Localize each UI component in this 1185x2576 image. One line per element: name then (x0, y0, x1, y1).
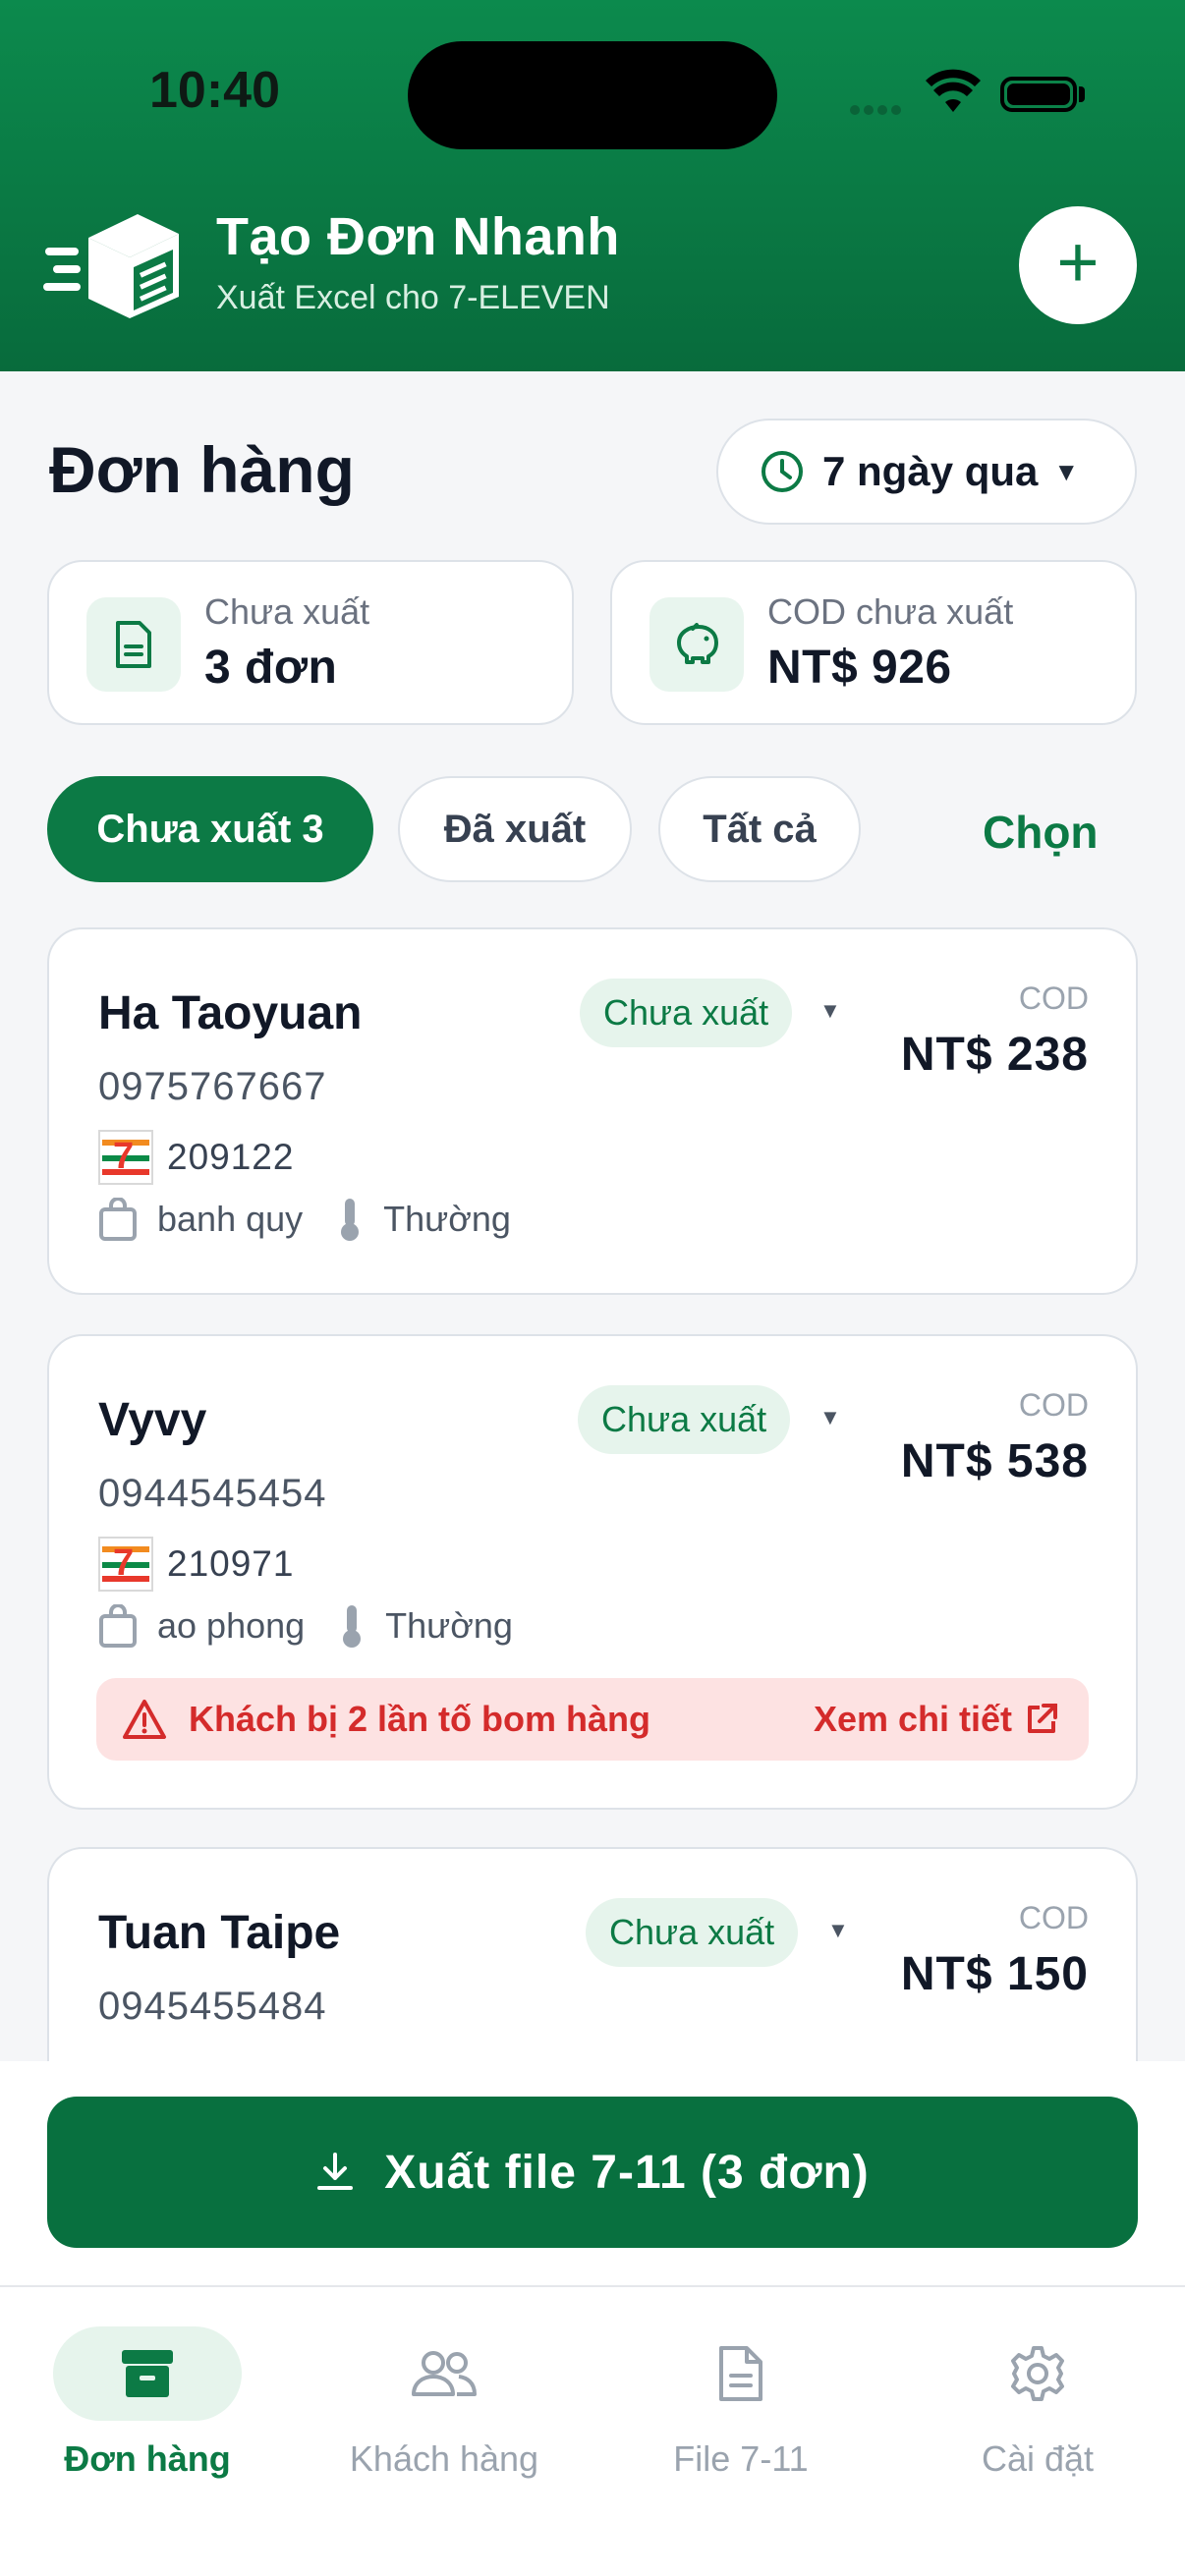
nav-item-files[interactable]: File 7-11 (593, 2305, 888, 2501)
order-card[interactable]: Vyvy Chưa xuất ▼ COD NT$ 538 0944545454 … (47, 1334, 1138, 1810)
date-range-dropdown[interactable]: 7 ngày qua ▼ (716, 419, 1137, 525)
page-title: Đơn hàng (49, 433, 355, 506)
clock-icon (762, 451, 803, 492)
status-badge[interactable]: Chưa xuất (580, 979, 793, 1047)
item-name: banh quy (157, 1199, 304, 1239)
stat-card-unexported: Chưa xuất 3 đơn (47, 560, 574, 725)
app-header: 10:40 Tạo Đơn Nhanh Xuất Excel cho 7-ELE… (0, 0, 1185, 371)
cod-label: COD (1018, 1900, 1089, 1935)
cellular-signal-icon (850, 102, 909, 115)
status-badge[interactable]: Chưa xuất (578, 1385, 791, 1454)
seven-eleven-logo-icon: 7 (98, 1537, 153, 1592)
seven-eleven-logo-icon: 7 (98, 1130, 153, 1185)
stat-card-cod: COD chưa xuất NT$ 926 (610, 560, 1137, 725)
status-time: 10:40 (149, 62, 280, 119)
users-icon (412, 2351, 477, 2396)
box-delivery-icon (43, 214, 179, 318)
store-code: 7 210971 (98, 1537, 294, 1592)
add-order-button[interactable]: + (1019, 206, 1137, 324)
tab-unexported[interactable]: Chưa xuất 3 (47, 776, 373, 882)
piggy-bank-icon (649, 597, 744, 692)
cod-label: COD (1018, 980, 1089, 1016)
tab-exported[interactable]: Đã xuất (398, 776, 632, 882)
wifi-icon (926, 69, 981, 112)
export-file-button[interactable]: Xuất file 7-11 (3 đơn) (47, 2097, 1138, 2248)
chevron-down-icon[interactable]: ▼ (819, 1405, 841, 1430)
item-name: ao phong (157, 1605, 306, 1646)
nav-item-customers[interactable]: Khách hàng (297, 2305, 592, 2501)
stat-value: 3 đơn (204, 642, 338, 694)
nav-item-orders[interactable]: Đơn hàng (0, 2305, 295, 2501)
order-meta: banh quy Thường (98, 1197, 511, 1242)
stat-value: NT$ 926 (767, 642, 952, 694)
dynamic-island (408, 41, 777, 149)
customer-name: Ha Taoyuan (98, 987, 363, 1039)
stat-label: Chưa xuất (204, 591, 370, 632)
customer-phone: 0945455484 (98, 1985, 327, 2028)
battery-icon (1000, 77, 1077, 112)
customer-name: Tuan Taipe (98, 1907, 341, 1959)
warning-icon (123, 1700, 166, 1739)
nav-item-settings[interactable]: Cài đặt (890, 2305, 1185, 2501)
app-title: Tạo Đơn Nhanh (216, 207, 620, 266)
temperature-type: Thường (385, 1605, 513, 1646)
bag-icon (99, 1198, 137, 1241)
cod-amount: NT$ 150 (900, 1948, 1089, 2000)
gear-icon (1011, 2346, 1064, 2401)
chevron-down-icon: ▼ (1053, 456, 1080, 486)
customer-phone: 0975767667 (98, 1065, 327, 1108)
stat-label: COD chưa xuất (767, 591, 1014, 632)
tab-all[interactable]: Tất cả (658, 776, 861, 882)
temperature-type: Thường (383, 1199, 511, 1239)
download-icon (317, 2153, 354, 2190)
app-subtitle: Xuất Excel cho 7-ELEVEN (216, 279, 610, 316)
document-icon (86, 597, 181, 692)
cod-amount: NT$ 538 (900, 1435, 1089, 1487)
fraud-warning-banner: Khách bị 2 lần tố bom hàng Xem chi tiết (96, 1678, 1089, 1761)
plus-icon: + (1056, 221, 1100, 303)
status-badge[interactable]: Chưa xuất (586, 1898, 799, 1967)
archive-box-icon (122, 2350, 173, 2397)
select-mode-button[interactable]: Chọn (983, 806, 1099, 859)
chevron-down-icon[interactable]: ▼ (819, 998, 841, 1024)
bottom-navigation: Đơn hàng Khách hàng File 7-11 Cài đặt (0, 2285, 1185, 2576)
cod-label: COD (1018, 1387, 1089, 1423)
store-code: 7 209122 (98, 1130, 294, 1185)
export-button-label: Xuất file 7-11 (3 đơn) (384, 2146, 870, 2199)
thermometer-icon (341, 1199, 360, 1241)
view-details-link[interactable]: Xem chi tiết (814, 1699, 1059, 1740)
thermometer-icon (343, 1605, 362, 1648)
order-meta: ao phong Thường (98, 1603, 513, 1649)
external-link-icon (1028, 1704, 1057, 1733)
date-range-label: 7 ngày qua (822, 448, 1039, 494)
customer-name: Vyvy (98, 1394, 207, 1446)
chevron-down-icon[interactable]: ▼ (827, 1918, 849, 1943)
file-icon (719, 2346, 762, 2401)
customer-phone: 0944545454 (98, 1472, 327, 1515)
order-card[interactable]: Ha Taoyuan Chưa xuất ▼ COD NT$ 238 09757… (47, 927, 1138, 1295)
warning-text: Khách bị 2 lần tố bom hàng (189, 1699, 651, 1739)
bag-icon (99, 1604, 137, 1648)
cod-amount: NT$ 238 (900, 1029, 1089, 1081)
